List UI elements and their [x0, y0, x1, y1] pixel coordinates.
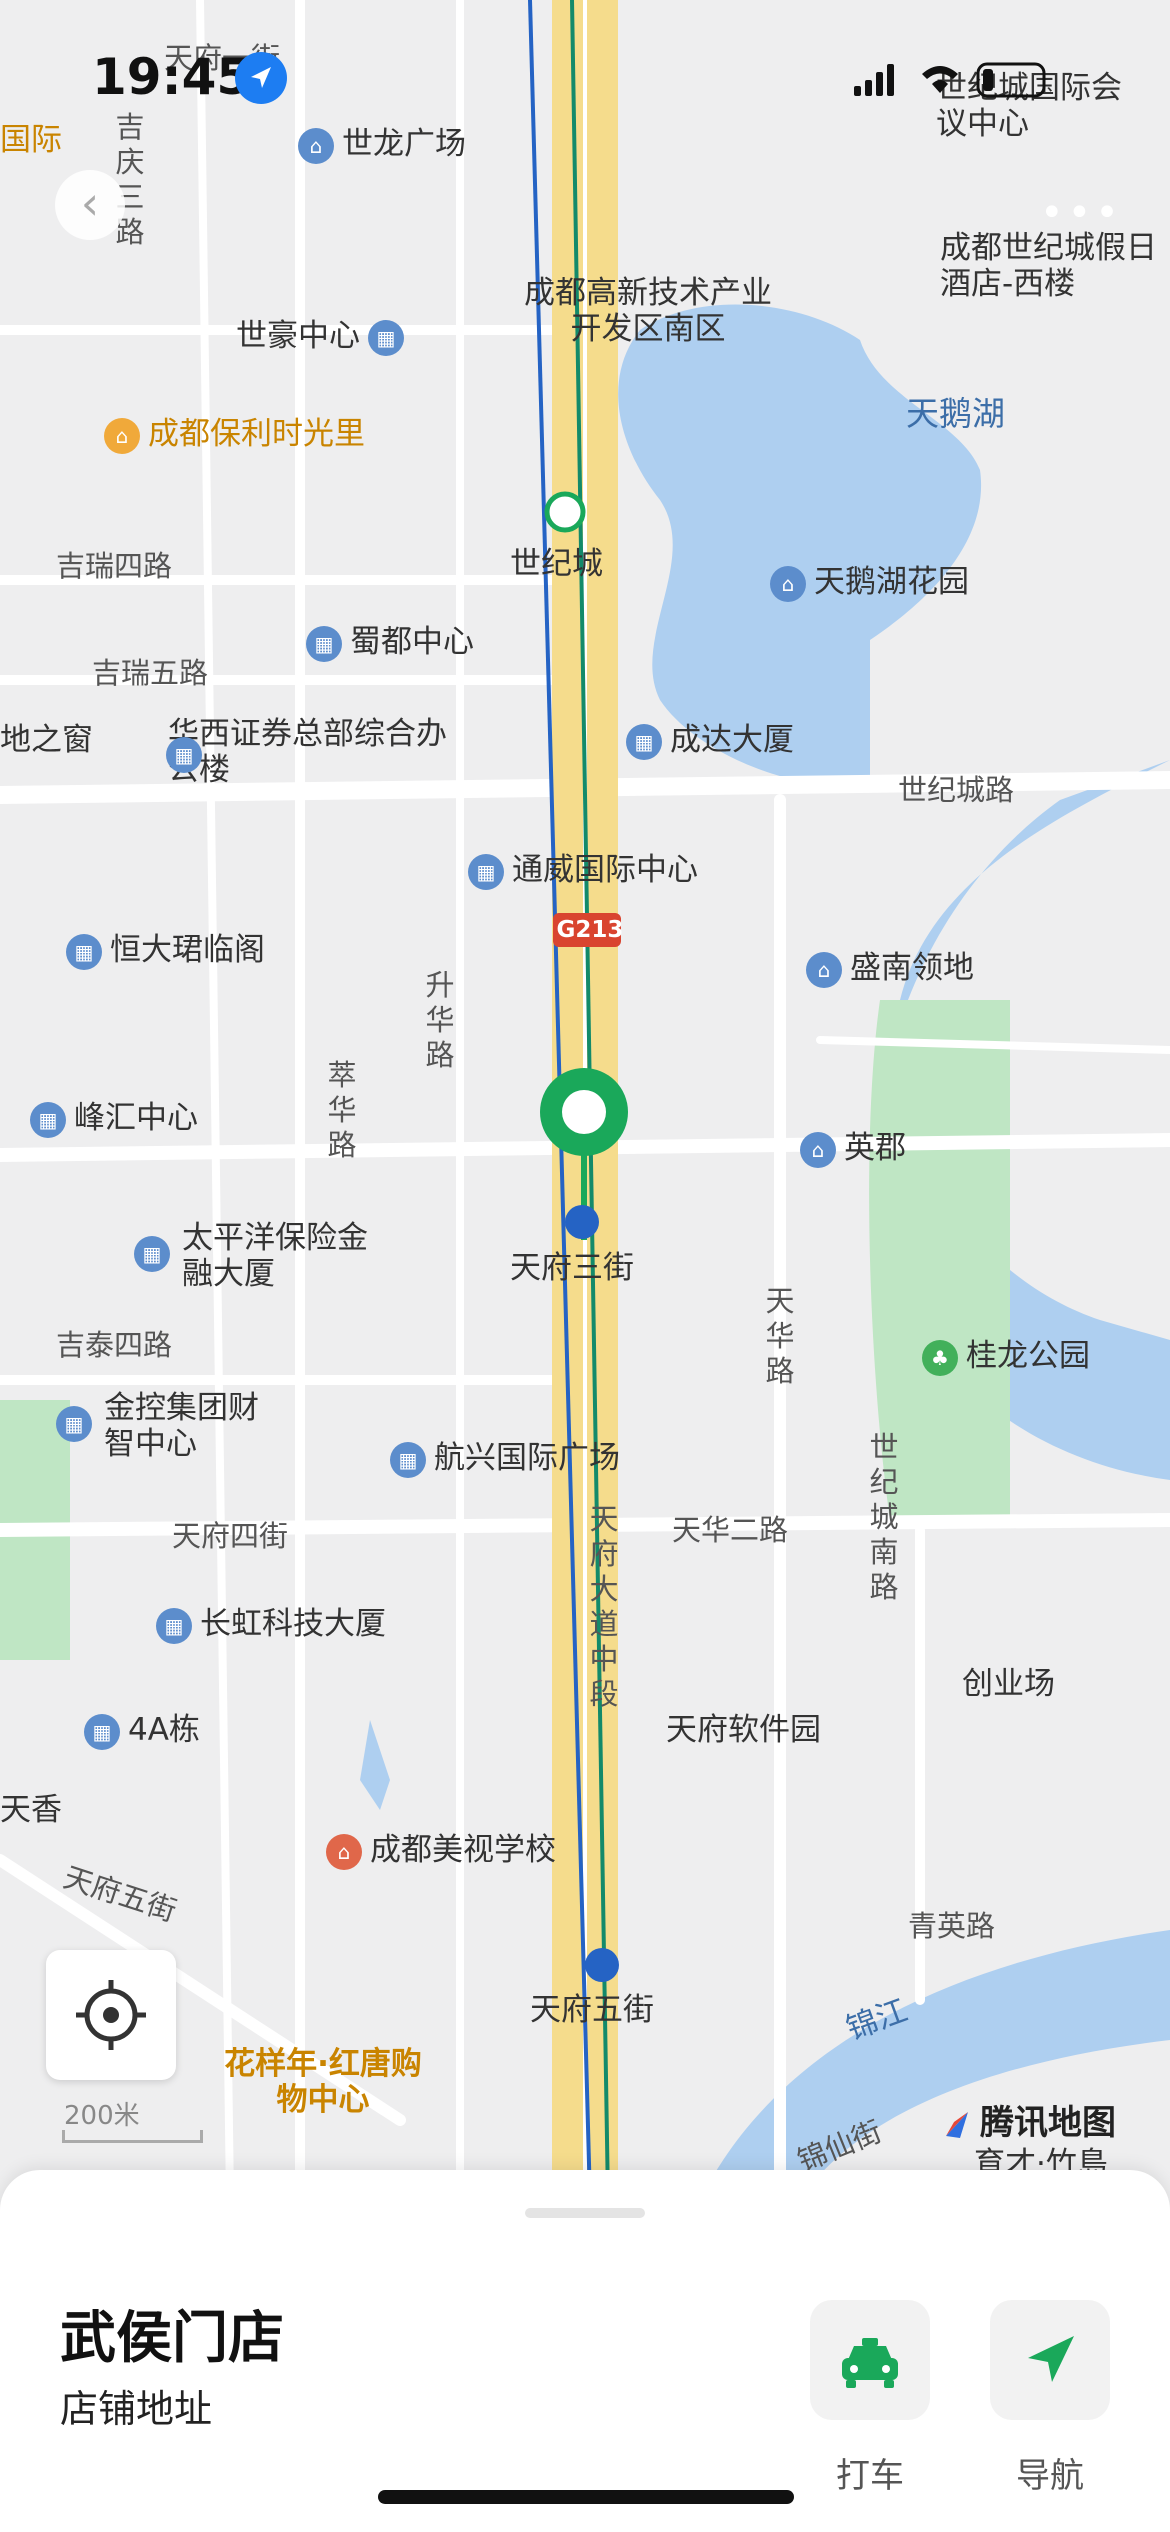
tencent-map-icon — [946, 2111, 968, 2138]
navigation-icon — [1028, 2336, 1074, 2382]
poi-label[interactable]: ▦ 航兴国际广场 — [390, 1440, 620, 1478]
poi-label[interactable]: ⌂ 英郡 — [800, 1130, 906, 1168]
navigation-button-label[interactable]: 导航 — [980, 2448, 1120, 2497]
poi-label[interactable]: ♣ 桂龙公园 — [922, 1338, 1090, 1376]
road-label: 吉瑞五路 — [92, 656, 209, 690]
ellipsis-icon: ••• — [1040, 190, 1123, 236]
poi-label[interactable]: ▦ 4A栋 — [84, 1712, 200, 1750]
road-label: 世纪城南路 — [869, 1430, 899, 1604]
poi-label[interactable]: ⌂ 天鹅湖花园 — [770, 564, 969, 602]
park-icon: ♣ — [922, 1339, 958, 1376]
cellular-signal-icon — [854, 86, 861, 96]
building-icon: ▦ — [156, 1607, 192, 1644]
navigation-button[interactable] — [990, 2300, 1110, 2420]
status-time: 19:45 — [92, 48, 252, 106]
metro-station-icon — [544, 491, 586, 533]
building-icon: ▦ — [30, 1101, 66, 1138]
station-label[interactable]: 天府五街 — [530, 1992, 654, 2028]
store-address-label: 店铺地址 — [60, 2387, 213, 2431]
building-icon: ▦ — [468, 853, 504, 890]
poi-label[interactable]: ▦ 峰汇中心 — [30, 1100, 198, 1138]
road-label: 吉瑞四路 — [56, 549, 173, 583]
poi-label[interactable]: ⌂ 成都美视学校 — [326, 1832, 556, 1870]
status-icons — [854, 62, 1046, 98]
poi-label[interactable]: ▦ 成达大厦 — [626, 722, 794, 760]
building-icon: ⌂ — [806, 951, 842, 988]
building-icon: ▦ — [66, 933, 102, 970]
poi-label: 天香 — [0, 1792, 62, 1828]
poi-label[interactable]: 华西证券总部综合办公楼 — [168, 716, 458, 788]
building-icon: ▦ — [134, 1236, 170, 1272]
more-options-button[interactable]: ••• — [1040, 190, 1123, 236]
poi-label[interactable]: 创业场 — [962, 1666, 1055, 1702]
sheet-grabber[interactable] — [525, 2208, 645, 2218]
chevron-left-icon: ‹ — [80, 176, 100, 230]
taxi-icon — [842, 2338, 898, 2388]
building-icon: ▦ — [56, 1406, 92, 1442]
building-icon: ▦ — [626, 723, 662, 760]
metro-station-icon — [585, 1948, 619, 1982]
building-icon: ⌂ — [800, 1131, 836, 1168]
poi-label[interactable]: ▦ 蜀都中心 — [306, 624, 474, 662]
school-icon: ⌂ — [326, 1833, 362, 1870]
poi-label[interactable]: 花样年·红唐购物中心 — [218, 2046, 428, 2118]
poi-label[interactable]: 成都世纪城假日酒店-西楼 — [940, 230, 1170, 302]
lake-label: 天鹅湖 — [906, 394, 1005, 433]
poi-label[interactable]: 天府软件园 — [666, 1712, 821, 1748]
wifi-icon — [922, 66, 958, 79]
building-icon: ⌂ — [770, 565, 806, 602]
back-button[interactable]: ‹ — [55, 170, 125, 240]
road-label: 天府四街 — [172, 1519, 289, 1553]
road-label: 天府大道中段 — [589, 1502, 619, 1711]
pond — [360, 1720, 390, 1810]
poi-label[interactable]: ▦ 恒大珺临阁 — [66, 932, 265, 970]
area-label: 成都高新技术产业开发区南区 — [524, 275, 772, 347]
crosshair-icon — [76, 1980, 146, 2050]
poi-label[interactable]: ⌂ 盛南领地 — [806, 950, 974, 988]
map-scale-bar — [62, 2130, 203, 2143]
highway-shield-label: G213 — [556, 917, 624, 943]
building-icon: ▦ — [390, 1441, 426, 1478]
locate-me-button[interactable] — [46, 1950, 176, 2080]
building-icon: ▦ — [306, 625, 342, 662]
poi-label: 地之窗 — [0, 722, 93, 758]
location-services-icon — [235, 52, 287, 104]
road-label: 萃华路 — [327, 1058, 357, 1162]
station-label[interactable]: 世纪城 — [510, 546, 603, 582]
building-icon: ▦ — [368, 319, 404, 356]
store-name: 武侯门店 — [60, 2306, 284, 2371]
road-label: 吉泰四路 — [56, 1328, 173, 1362]
poi-label[interactable]: ▦ 通威国际中心 — [468, 852, 698, 890]
home-indicator[interactable] — [378, 2490, 794, 2504]
status-bar: 19:45 — [0, 0, 1170, 140]
map-scale-label: 200米 — [64, 2101, 140, 2131]
building-icon: ▦ — [166, 737, 202, 773]
poi-label[interactable]: 世豪中心 ▦ — [236, 318, 412, 356]
station-label[interactable]: 天府三街 — [510, 1250, 634, 1286]
taxi-button[interactable] — [810, 2300, 930, 2420]
road-label: 天华二路 — [672, 1513, 789, 1547]
poi-label[interactable]: 太平洋保险金融大厦 — [182, 1220, 382, 1292]
road-label: 天华路 — [765, 1284, 795, 1388]
poi-label[interactable]: 金控集团财智中心 — [104, 1390, 274, 1462]
map-provider-logo: 腾讯地图 — [940, 2095, 1116, 2144]
tianehu-lake — [618, 304, 982, 786]
poi-label[interactable]: ⌂ 成都保利时光里 — [104, 416, 365, 454]
metro-station-icon — [565, 1205, 599, 1239]
map-view[interactable]: G213 ⌂ 世龙广场 ⌂ 成都保利时光里 世豪中心 ▦ 成都高新技术产业开发区南区 … — [0, 0, 1170, 2200]
poi-label[interactable]: ▦ 长虹科技大厦 — [156, 1606, 386, 1644]
taxi-button-label[interactable]: 打车 — [800, 2448, 940, 2497]
road-label: 青英路 — [908, 1909, 996, 1943]
building-icon: ▦ — [84, 1713, 120, 1750]
road-label: 世纪城路 — [898, 773, 1015, 807]
road-label: 升华路 — [425, 968, 455, 1072]
shopping-icon: ⌂ — [104, 417, 140, 454]
